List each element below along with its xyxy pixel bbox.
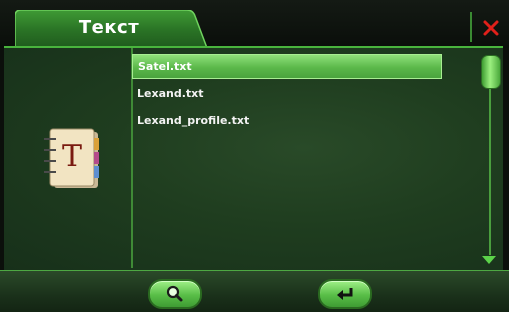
file-item-lexand[interactable]: Lexand.txt (132, 81, 442, 106)
file-name: Lexand_profile.txt (137, 114, 250, 127)
header-separator (470, 12, 472, 42)
search-button[interactable] (148, 279, 202, 309)
return-arrow-icon (337, 288, 353, 300)
text-viewer-window: Текст T Satel.txt Lexand.txt Lexand_prof… (0, 0, 509, 312)
file-name: Satel.txt (138, 60, 192, 73)
tab-text[interactable]: Текст (15, 10, 207, 48)
file-item-satel[interactable]: Satel.txt (132, 54, 442, 79)
close-icon (483, 20, 499, 36)
file-list: Satel.txt Lexand.txt Lexand_profile.txt (132, 54, 442, 135)
file-item-lexand-profile[interactable]: Lexand_profile.txt (132, 108, 442, 133)
bottom-toolbar (0, 270, 509, 312)
back-button[interactable] (318, 279, 372, 309)
magnifier-icon (166, 285, 183, 302)
page-title: Текст (78, 17, 140, 38)
file-name: Lexand.txt (137, 87, 204, 100)
text-document-icon: T (34, 126, 104, 192)
svg-text:T: T (62, 139, 82, 174)
scroll-down-arrow-icon[interactable] (482, 256, 496, 264)
close-button[interactable] (478, 13, 504, 41)
scrollbar-thumb[interactable] (481, 55, 501, 89)
header-bar: Текст (0, 0, 509, 48)
content-panel: T Satel.txt Lexand.txt Lexand_profile.tx… (4, 46, 503, 270)
